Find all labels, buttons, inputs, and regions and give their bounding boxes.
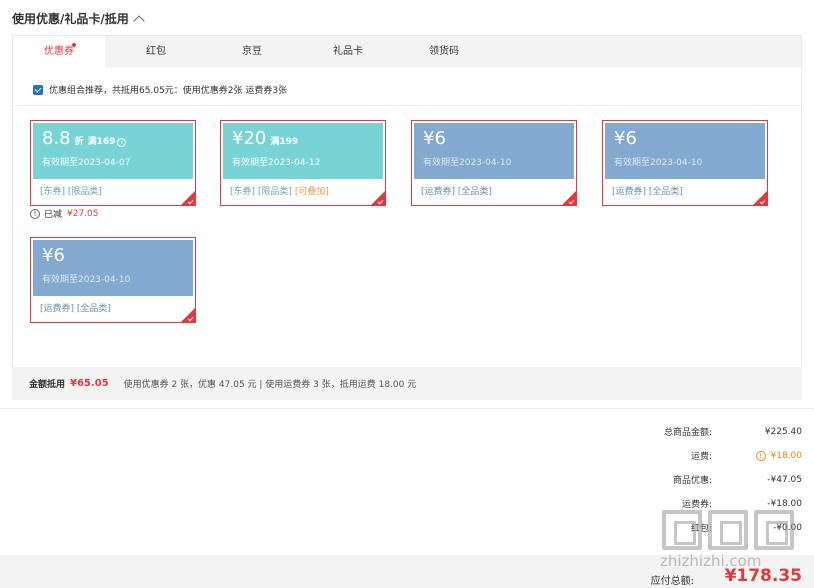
payable-label: 应付总额: bbox=[650, 576, 694, 587]
coupon-tag: [全品类] bbox=[648, 187, 683, 197]
coupon-expiry: 有效期至2023-04-10 bbox=[42, 275, 131, 285]
coupon-condition: 满169 bbox=[87, 137, 116, 147]
coupon-card[interactable]: ¥6 有效期至2023-04-10 [运费券] [全品类] bbox=[411, 120, 577, 206]
coupon-card[interactable]: ¥6 有效期至2023-04-10 [运费券] [全品类] bbox=[602, 120, 768, 206]
coupon-tag: [东券] bbox=[40, 187, 66, 197]
divider bbox=[0, 408, 814, 409]
coupon-amount-value: ¥6 bbox=[614, 128, 637, 149]
coupon-tag: [运费券] bbox=[612, 187, 647, 197]
tab-label: 礼品卡 bbox=[333, 46, 363, 57]
coupon-tags: [运费券] [全品类] bbox=[612, 184, 683, 197]
info-icon[interactable]: ! bbox=[755, 450, 766, 461]
watermark-glyph bbox=[754, 510, 794, 550]
total-row-discount: 商品优惠: -¥47.05 bbox=[602, 473, 802, 487]
coupon-tag: [限品类] bbox=[67, 187, 102, 197]
watermark-glyph bbox=[708, 510, 748, 550]
coupon-face: ¥6 有效期至2023-04-10 bbox=[414, 123, 574, 179]
coupon-amount-value: ¥6 bbox=[42, 245, 65, 266]
total-label: 总商品金额: bbox=[663, 428, 712, 438]
coupon-amount: ¥6 bbox=[423, 128, 446, 149]
tab-coupons[interactable]: 优惠券 bbox=[13, 36, 105, 68]
tab-bar: 优惠券 红包 京豆 礼品卡 领货码 bbox=[13, 36, 801, 68]
tab-label: 红包 bbox=[146, 46, 166, 57]
coupon-tags: [运费券] [全品类] bbox=[421, 184, 492, 197]
coupon-card[interactable]: ¥20 满199 有效期至2023-04-12 [东券] [限品类] [可叠加] bbox=[220, 120, 386, 206]
coupon-card[interactable]: 8.8 折 满169 i 有效期至2023-04-07 [东券] [限品类] bbox=[30, 120, 196, 206]
coupon-amount-value: ¥20 bbox=[232, 128, 267, 149]
coupon-tag: [可叠加] bbox=[294, 187, 329, 197]
watermark-glyph bbox=[662, 510, 702, 550]
discount-summary-bar: 金额抵用 ¥65.05 使用优惠券 2 张，优惠 47.05 元 | 使用运费券… bbox=[12, 367, 802, 400]
coupon-tag: [全品类] bbox=[76, 304, 111, 314]
total-value: ¥18.00 bbox=[770, 450, 803, 461]
watermark-logo bbox=[662, 510, 807, 550]
total-value: -¥47.05 bbox=[767, 474, 802, 485]
section-title[interactable]: 使用优惠/礼品卡/抵用 bbox=[12, 10, 145, 27]
total-row-goods: 总商品金额: ¥225.40 bbox=[602, 425, 802, 439]
coupon-amount-value: ¥6 bbox=[423, 128, 446, 149]
coupon-amount: ¥6 bbox=[42, 245, 65, 266]
coupon-tags: [东券] [限品类] [可叠加] bbox=[230, 184, 329, 197]
reduced-value: ¥27.05 bbox=[67, 208, 99, 219]
coupon-face: 8.8 折 满169 i 有效期至2023-04-07 bbox=[33, 123, 193, 179]
coupon-tags: [运费券] [全品类] bbox=[40, 301, 111, 314]
coupon-face: ¥20 满199 有效期至2023-04-12 bbox=[223, 123, 383, 179]
coupon-tag: [东券] bbox=[230, 187, 256, 197]
reduced-label: 已减 bbox=[44, 210, 63, 220]
total-label: 运费: bbox=[690, 452, 712, 462]
coupon-condition: 满199 bbox=[270, 137, 299, 147]
summary-detail: 使用优惠券 2 张，优惠 47.05 元 | 使用运费券 3 张，抵用运费 18… bbox=[123, 380, 417, 390]
total-value: -¥18.00 bbox=[767, 498, 802, 509]
recommend-row[interactable]: 优惠组合推荐，共抵用65.05元：使用优惠券2张 运费券3张 bbox=[33, 83, 287, 96]
total-label: 运费券: bbox=[681, 500, 712, 510]
recommend-text: 优惠组合推荐，共抵用65.05元：使用优惠券2张 运费券3张 bbox=[49, 86, 288, 96]
tab-jd-beans[interactable]: 京豆 bbox=[206, 36, 298, 67]
info-icon[interactable]: i bbox=[117, 138, 127, 147]
tab-gift-card[interactable]: 礼品卡 bbox=[302, 36, 394, 67]
reduced-note: ! 已减 ¥27.05 bbox=[30, 207, 99, 220]
coupon-tag: [运费券] bbox=[40, 304, 75, 314]
coupon-amount: ¥6 bbox=[614, 128, 637, 149]
notification-dot-icon bbox=[72, 43, 76, 47]
coupon-panel: 优惠券 红包 京豆 礼品卡 领货码 优惠组合推荐，共抵用65.05元：使用优惠券… bbox=[12, 35, 802, 400]
coupon-expiry: 有效期至2023-04-12 bbox=[232, 158, 321, 168]
tab-label: 京豆 bbox=[242, 46, 262, 57]
coupon-amount: ¥20 满199 bbox=[232, 128, 298, 149]
tab-label: 领货码 bbox=[429, 46, 459, 57]
total-label: 商品优惠: bbox=[672, 476, 712, 486]
summary-value: ¥65.05 bbox=[70, 378, 109, 389]
section-title-text: 使用优惠/礼品卡/抵用 bbox=[12, 12, 129, 26]
watermark-text: zhizhizhi.com bbox=[660, 552, 762, 570]
divider bbox=[13, 105, 801, 106]
tab-red-packet[interactable]: 红包 bbox=[110, 36, 202, 67]
total-row-shipping: 运费: ! ¥18.00 bbox=[602, 449, 802, 462]
chevron-up-icon[interactable] bbox=[133, 14, 145, 27]
total-value: ¥225.40 bbox=[764, 426, 802, 437]
recommend-checkbox[interactable] bbox=[33, 84, 43, 95]
coupon-unit: 折 bbox=[74, 137, 84, 147]
coupon-tag: [限品类] bbox=[257, 187, 292, 197]
info-icon[interactable]: ! bbox=[30, 208, 40, 219]
coupon-tag: [全品类] bbox=[457, 187, 492, 197]
coupon-face: ¥6 有效期至2023-04-10 bbox=[605, 123, 765, 179]
coupon-tag: [运费券] bbox=[421, 187, 456, 197]
coupon-expiry: 有效期至2023-04-10 bbox=[423, 158, 512, 168]
coupon-face: ¥6 有效期至2023-04-10 bbox=[33, 240, 193, 296]
coupon-tags: [东券] [限品类] bbox=[40, 184, 102, 197]
total-row-shipping-coupon: 运费券: -¥18.00 bbox=[602, 497, 802, 511]
coupon-expiry: 有效期至2023-04-10 bbox=[614, 158, 703, 168]
coupon-card[interactable]: ¥6 有效期至2023-04-10 [运费券] [全品类] bbox=[30, 237, 196, 323]
tab-redeem-code[interactable]: 领货码 bbox=[398, 36, 490, 67]
coupon-amount-value: 8.8 bbox=[42, 128, 71, 149]
coupon-expiry: 有效期至2023-04-07 bbox=[42, 158, 131, 168]
tab-label: 优惠券 bbox=[44, 46, 74, 57]
coupon-amount: 8.8 折 满169 i bbox=[42, 128, 127, 149]
summary-label: 金额抵用 bbox=[29, 380, 66, 390]
total-value-wrap: ! ¥18.00 bbox=[712, 450, 803, 461]
